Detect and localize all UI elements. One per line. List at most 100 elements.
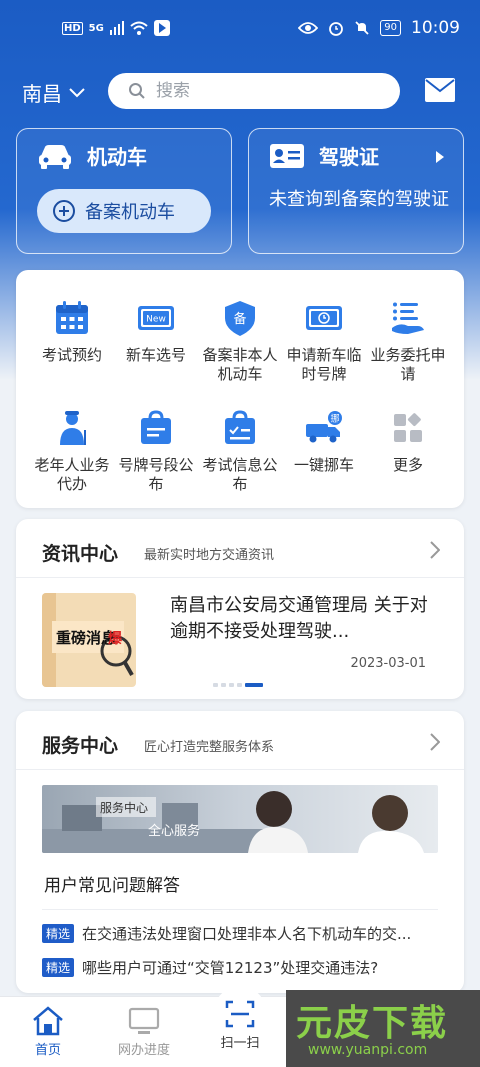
faq-question[interactable]: 精选 在交通违法处理窗口处理非本人名下机动车的交... xyxy=(42,923,442,944)
nav-scan-label: 扫一扫 xyxy=(220,1036,260,1051)
service-label: 备案非本人机动车 xyxy=(202,346,278,383)
register-vehicle-label: 备案机动车 xyxy=(85,202,175,223)
vehicle-card[interactable]: 机动车 备案机动车 xyxy=(16,128,232,254)
news-item-title[interactable]: 南昌市公安局交通管理局 关于对逾期不接受处理驾驶... xyxy=(170,593,440,645)
plate-bag-icon xyxy=(141,410,171,444)
carousel-indicator xyxy=(213,683,263,687)
carousel-dot xyxy=(221,683,226,687)
service-plate-segments[interactable]: 号牌号段公布 xyxy=(116,408,196,494)
featured-tag: 精选 xyxy=(42,958,75,977)
service-banner[interactable]: 服务中心 全心服务 xyxy=(42,785,438,853)
license-card-title: 驾驶证 xyxy=(319,145,379,169)
service-label: 老年人业务代办 xyxy=(34,456,110,493)
city-selector[interactable]: 南昌 xyxy=(22,78,86,107)
service-banner-image: 服务中心 全心服务 xyxy=(42,785,438,853)
news-thumbnail[interactable]: 重磅消息 爆 xyxy=(42,593,136,687)
move-car-icon: 挪 xyxy=(306,411,342,443)
watermark: 元皮下载 www.yuanpi.com xyxy=(286,990,480,1067)
service-label: 更多 xyxy=(392,456,423,474)
eye-icon xyxy=(298,22,319,34)
service-temp-plate[interactable]: 申请新车临时号牌 xyxy=(284,298,364,384)
svg-text:挪: 挪 xyxy=(330,413,339,425)
alarm-icon xyxy=(329,22,344,36)
service-center-title: 服务中心 xyxy=(42,735,119,757)
service-new-plate[interactable]: New 新车选号 xyxy=(116,298,196,365)
service-center-section: 服务中心 匠心打造完整服务体系 服务中心 全心服务 用户常见问题解答 精选 在交… xyxy=(16,711,464,993)
app-notification-icon xyxy=(153,20,170,36)
carousel-dot xyxy=(237,683,242,687)
divider xyxy=(42,909,438,910)
home-icon xyxy=(33,1006,63,1036)
carousel-dot xyxy=(229,683,234,687)
service-banner-text: 全心服务 xyxy=(148,823,200,839)
faq-title: 用户常见问题解答 xyxy=(44,876,180,896)
city-label: 南昌 xyxy=(22,82,62,106)
watermark-url: www.yuanpi.com xyxy=(308,1042,428,1058)
temp-plate-icon xyxy=(306,306,342,330)
nav-home[interactable]: 首页 xyxy=(8,1005,88,1058)
watermark-title: 元皮下载 xyxy=(296,1003,449,1044)
search-input[interactable] xyxy=(156,81,376,101)
status-bar: HD 5G 90 10:09 xyxy=(0,0,480,58)
service-elderly[interactable]: 老年人业务代办 xyxy=(32,408,112,494)
news-section-subtitle: 最新实时地方交通资讯 xyxy=(144,548,275,563)
monitor-icon xyxy=(128,1007,160,1034)
carousel-dot-active xyxy=(245,683,263,687)
faq-question[interactable]: 精选 哪些用户可通过“交管12123”处理交通违法? xyxy=(42,957,442,978)
calendar-icon xyxy=(56,301,88,334)
mute-bell-icon xyxy=(355,21,369,35)
hd-indicator: HD xyxy=(62,21,83,35)
register-vehicle-button[interactable]: 备案机动车 xyxy=(37,189,211,233)
license-icon xyxy=(270,143,304,168)
nav-scan[interactable]: 扫一扫 xyxy=(200,998,280,1051)
license-card[interactable]: 驾驶证 未查询到备案的驾驶证 xyxy=(248,128,464,254)
car-icon xyxy=(39,144,71,169)
service-exam-info[interactable]: 考试信息公布 xyxy=(200,408,280,494)
service-label: 新车选号 xyxy=(125,346,186,364)
service-delegate[interactable]: 业务委托申请 xyxy=(368,298,448,384)
service-label: 考试信息公布 xyxy=(202,456,278,493)
vehicle-card-title: 机动车 xyxy=(87,145,147,169)
shield-register-icon: 备 xyxy=(225,301,255,336)
exam-info-icon xyxy=(225,410,255,444)
nav-progress-label: 网办进度 xyxy=(117,1043,170,1058)
svg-text:备: 备 xyxy=(233,311,246,327)
news-section-title: 资讯中心 xyxy=(42,543,119,565)
service-register-non-owner[interactable]: 备 备案非本人机动车 xyxy=(200,298,280,384)
scan-icon xyxy=(225,1000,255,1028)
faq-question-text: 在交通违法处理窗口处理非本人名下机动车的交... xyxy=(82,925,412,943)
services-grid: 考试预约 New 新车选号 备 备案非本人机动车 申请新车临时号牌 业务委托申请… xyxy=(16,270,464,508)
news-section: 资讯中心 最新实时地方交通资讯 重磅消息 爆 南昌市公安局交通管理局 关于对逾期… xyxy=(16,519,464,699)
mail-icon[interactable] xyxy=(424,77,456,103)
search-bar[interactable] xyxy=(108,73,400,109)
delegate-icon xyxy=(392,302,424,334)
more-icon xyxy=(394,413,422,442)
clock: 10:09 xyxy=(411,18,460,38)
new-plate-icon: New xyxy=(138,306,174,330)
news-thumbnail-image: 重磅消息 爆 xyxy=(42,593,136,687)
elderly-icon xyxy=(60,411,86,445)
service-label: 一键挪车 xyxy=(293,456,354,474)
nav-home-label: 首页 xyxy=(34,1043,61,1058)
chevron-right-icon[interactable] xyxy=(430,733,440,751)
nav-progress[interactable]: 网办进度 xyxy=(104,1005,184,1058)
chevron-right-icon[interactable] xyxy=(430,541,440,559)
arrow-right-icon xyxy=(436,151,444,163)
svg-text:New: New xyxy=(146,315,166,325)
divider xyxy=(16,769,464,770)
chevron-down-icon xyxy=(69,87,85,97)
featured-tag: 精选 xyxy=(42,924,75,943)
license-card-message: 未查询到备案的驾驶证 xyxy=(269,189,449,210)
news-thumbnail-text: 重磅消息 xyxy=(56,629,116,647)
service-label: 业务委托申请 xyxy=(370,346,446,383)
service-move-car[interactable]: 挪 一键挪车 xyxy=(284,408,364,475)
news-item-date: 2023-03-01 xyxy=(350,656,426,671)
carousel-dot xyxy=(213,683,218,687)
divider xyxy=(16,577,464,578)
service-label: 申请新车临时号牌 xyxy=(286,346,362,383)
faq-question-text: 哪些用户可通过“交管12123”处理交通违法? xyxy=(82,959,379,977)
service-label: 考试预约 xyxy=(41,346,102,364)
service-more[interactable]: 更多 xyxy=(368,408,448,475)
service-center-subtitle: 匠心打造完整服务体系 xyxy=(144,740,275,755)
service-exam-booking[interactable]: 考试预约 xyxy=(32,298,112,365)
